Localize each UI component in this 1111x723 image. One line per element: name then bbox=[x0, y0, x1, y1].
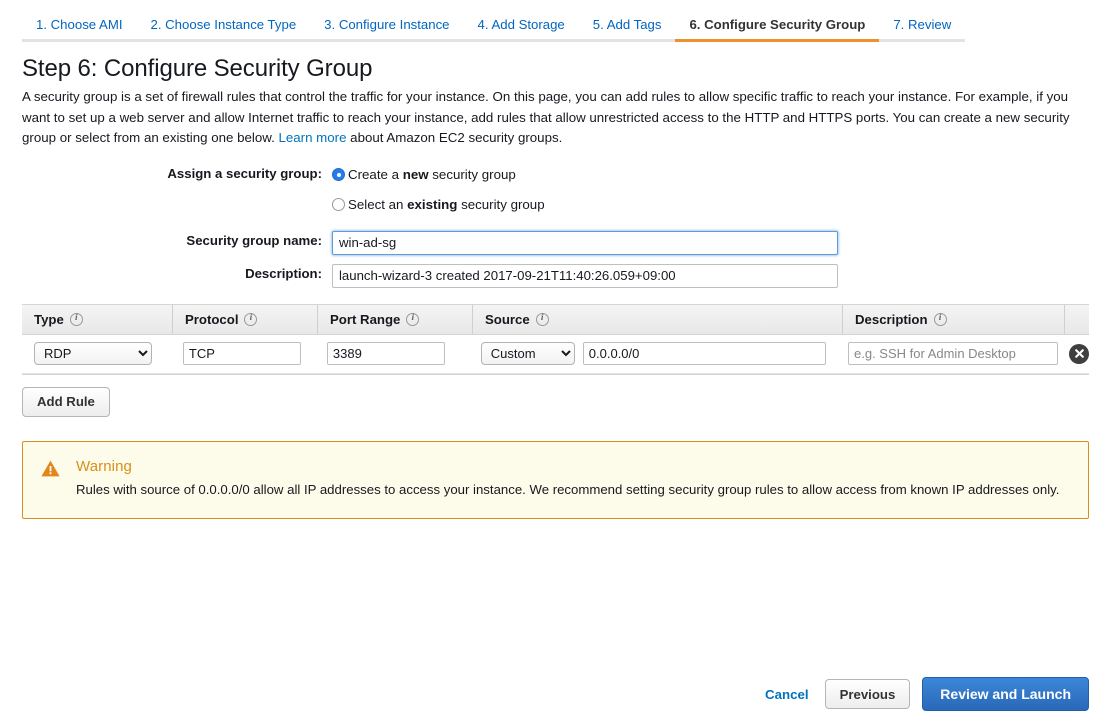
column-header-protocol: Protocol i bbox=[172, 304, 317, 334]
page-description-part-2: about Amazon EC2 security groups. bbox=[346, 130, 563, 145]
rule-description-cell bbox=[836, 342, 1058, 365]
info-icon-type[interactable]: i bbox=[69, 312, 83, 326]
radio-select-existing-label: Select an existing security group bbox=[348, 197, 545, 212]
rule-port-range-input[interactable] bbox=[326, 342, 445, 365]
tab-add-storage[interactable]: 4. Add Storage bbox=[463, 17, 579, 42]
column-header-port-range-label: Port Range bbox=[330, 311, 401, 327]
rule-type-select[interactable]: RDPSSHHTTPHTTPSAll trafficCustom TCP Rul… bbox=[34, 342, 152, 365]
security-group-description-row: Description: bbox=[22, 263, 1089, 288]
radio-create-new-suffix: security group bbox=[428, 167, 516, 182]
radio-create-new-label: Create a new security group bbox=[348, 167, 516, 182]
rule-source-value-input[interactable] bbox=[582, 342, 826, 365]
tab-choose-instance-type[interactable]: 2. Choose Instance Type bbox=[136, 17, 311, 42]
column-header-protocol-label: Protocol bbox=[185, 311, 239, 327]
tab-configure-security-group[interactable]: 6. Configure Security Group bbox=[675, 17, 880, 42]
rules-table-header-row: Type i Protocol i Port Range i Source i … bbox=[22, 304, 1089, 335]
rule-protocol-cell bbox=[171, 342, 315, 365]
rules-table-body: RDPSSHHTTPHTTPSAll trafficCustom TCP Rul… bbox=[22, 334, 1089, 374]
column-header-description-label: Description bbox=[855, 311, 928, 327]
tab-choose-ami[interactable]: 1. Choose AMI bbox=[22, 17, 137, 42]
radio-create-new-security-group[interactable]: Create a new security group bbox=[332, 164, 1089, 186]
cancel-button[interactable]: Cancel bbox=[765, 687, 809, 702]
footer-actions: Cancel Previous Review and Launch bbox=[765, 677, 1089, 711]
security-group-description-input[interactable] bbox=[332, 263, 838, 288]
warning-content: Warning Rules with source of 0.0.0.0/0 a… bbox=[76, 458, 1059, 500]
info-icon-port-range[interactable]: i bbox=[406, 312, 420, 326]
radio-create-new-emphasis: new bbox=[402, 167, 429, 182]
column-header-source: Source i bbox=[472, 304, 842, 334]
add-rule-button[interactable]: Add Rule bbox=[22, 386, 110, 417]
security-group-name-label: Security group name: bbox=[186, 232, 322, 248]
radio-select-existing-suffix: security group bbox=[457, 197, 545, 212]
radio-select-existing-emphasis: existing bbox=[407, 197, 458, 212]
info-icon-protocol[interactable]: i bbox=[244, 312, 258, 326]
warning-title: Warning bbox=[76, 457, 132, 475]
assign-security-group-label: Assign a security group: bbox=[167, 165, 322, 181]
radio-create-new-prefix: Create a bbox=[348, 167, 403, 182]
review-and-launch-button[interactable]: Review and Launch bbox=[922, 677, 1089, 711]
rule-source-select[interactable]: CustomAnywhereMy IP bbox=[480, 342, 575, 365]
table-row: RDPSSHHTTPHTTPSAll trafficCustom TCP Rul… bbox=[22, 335, 1089, 374]
rule-description-input[interactable] bbox=[848, 342, 1058, 365]
tab-add-tags[interactable]: 5. Add Tags bbox=[578, 17, 676, 42]
radio-select-existing-indicator[interactable] bbox=[332, 198, 345, 211]
tab-configure-instance[interactable]: 3. Configure Instance bbox=[310, 17, 464, 42]
rule-actions-cell bbox=[1058, 335, 1089, 373]
page-description: A security group is a set of firewall ru… bbox=[22, 87, 1089, 149]
column-header-port-range: Port Range i bbox=[317, 304, 472, 334]
security-group-rules-table: Type i Protocol i Port Range i Source i … bbox=[22, 303, 1089, 375]
warning-text: Rules with source of 0.0.0.0/0 allow all… bbox=[76, 481, 1060, 497]
rule-type-cell: RDPSSHHTTPHTTPSAll trafficCustom TCP Rul… bbox=[22, 342, 171, 365]
tab-review[interactable]: 7. Review bbox=[879, 17, 966, 42]
security-group-name-row: Security group name: bbox=[22, 230, 1089, 255]
warning-banner: Warning Rules with source of 0.0.0.0/0 a… bbox=[22, 440, 1089, 519]
rule-port-range-cell bbox=[315, 342, 469, 365]
rule-protocol-input[interactable] bbox=[182, 342, 301, 365]
radio-create-new-indicator[interactable] bbox=[332, 168, 345, 181]
assign-security-group-row: Assign a security group: Create a new se… bbox=[22, 164, 1089, 216]
security-group-description-label: Description: bbox=[245, 265, 322, 281]
column-header-type: Type i bbox=[22, 305, 172, 334]
security-group-name-input[interactable] bbox=[332, 230, 838, 255]
assign-security-group-options: Create a new security group Select an ex… bbox=[332, 164, 1089, 216]
page-title: Step 6: Configure Security Group bbox=[22, 55, 373, 82]
delete-rule-icon[interactable] bbox=[1069, 343, 1089, 364]
add-rule-container: Add Rule bbox=[22, 386, 1089, 417]
radio-select-existing-prefix: Select an bbox=[348, 197, 408, 212]
security-group-description-control bbox=[332, 263, 1089, 288]
wizard-step-tabs: 1. Choose AMI 2. Choose Instance Type 3.… bbox=[0, 0, 1111, 42]
info-icon-source[interactable]: i bbox=[535, 312, 549, 326]
previous-button[interactable]: Previous bbox=[824, 679, 911, 709]
security-group-form: Assign a security group: Create a new se… bbox=[22, 164, 1089, 288]
warning-triangle-icon bbox=[41, 460, 60, 500]
security-group-name-control bbox=[332, 230, 1089, 255]
column-header-source-label: Source bbox=[485, 311, 530, 327]
info-icon-description[interactable]: i bbox=[933, 312, 947, 326]
radio-select-existing-security-group[interactable]: Select an existing security group bbox=[332, 194, 1089, 216]
rule-source-cell: CustomAnywhereMy IP bbox=[469, 342, 836, 365]
column-header-type-label: Type bbox=[34, 311, 64, 327]
learn-more-link[interactable]: Learn more bbox=[278, 130, 346, 145]
column-header-actions bbox=[1064, 304, 1089, 334]
column-header-description: Description i bbox=[842, 304, 1064, 334]
